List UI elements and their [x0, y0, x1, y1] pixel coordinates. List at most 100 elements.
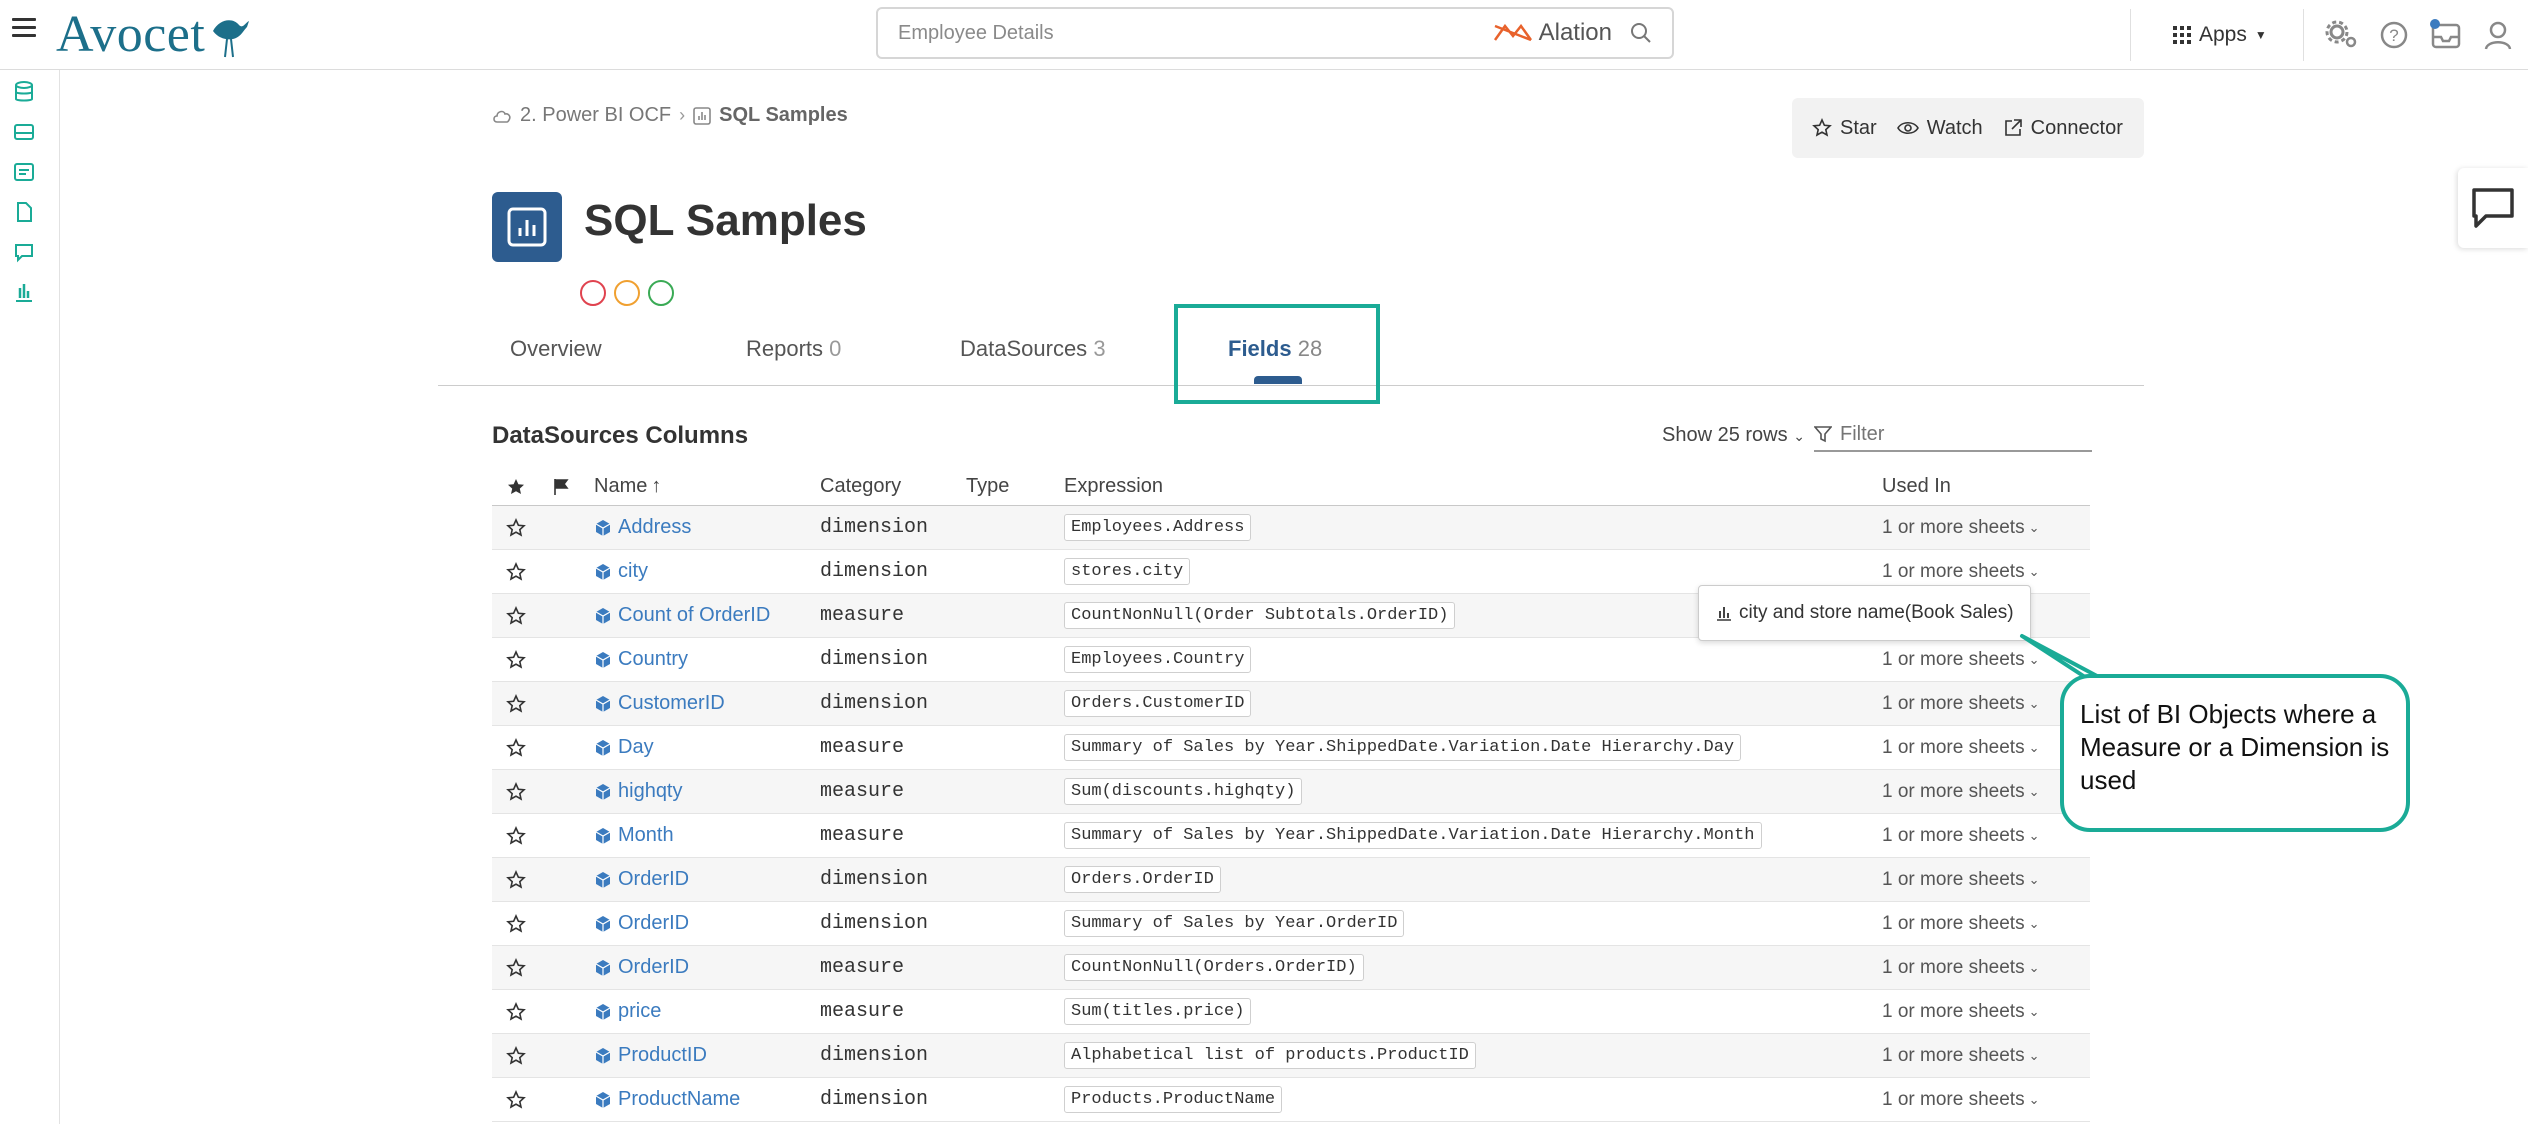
used-in-dropdown[interactable]: 1 or more sheets ⌄ [1882, 858, 2039, 901]
field-name-link[interactable]: city [594, 550, 648, 593]
field-cube-icon [594, 1003, 612, 1021]
storage-icon[interactable] [12, 120, 36, 144]
used-in-popover[interactable]: city and store name(Book Sales) [1698, 585, 2031, 641]
filter-box[interactable] [1814, 418, 2092, 452]
star-button[interactable]: Star [1812, 117, 1877, 140]
flag-column-header[interactable] [552, 468, 570, 505]
used-in-column-header[interactable]: Used In [1882, 468, 1951, 505]
tab-datasources[interactable]: DataSources 3 [960, 336, 1106, 362]
field-expression: Summary of Sales by Year.ShippedDate.Var… [1064, 734, 1742, 761]
star-column-header[interactable] [506, 468, 526, 505]
row-star-icon[interactable] [506, 990, 526, 1033]
used-in-dropdown[interactable]: 1 or more sheets ⌄ [1882, 506, 2039, 549]
used-in-dropdown[interactable]: 1 or more sheets ⌄ [1882, 770, 2039, 813]
row-star-icon[interactable] [506, 682, 526, 725]
cloud-icon [493, 110, 511, 123]
table-row: OrderID measure CountNonNull(Orders.OrderI… [492, 946, 2090, 990]
catalog-icon[interactable] [12, 160, 36, 184]
field-name-link[interactable]: OrderID [594, 858, 689, 901]
tab-datasources-count: 3 [1093, 336, 1106, 361]
field-name: Month [618, 824, 674, 846]
field-name-link[interactable]: Address [594, 506, 691, 549]
search-box[interactable]: Alation [876, 7, 1674, 59]
used-in-label: 1 or more sheets [1882, 692, 2025, 714]
menu-icon[interactable] [12, 18, 36, 40]
field-name-link[interactable]: OrderID [594, 946, 689, 989]
filter-input[interactable] [1840, 422, 2080, 446]
chat-widget-button[interactable] [2458, 168, 2528, 248]
search-input[interactable] [898, 21, 1493, 45]
chevron-down-icon: ⌄ [2028, 783, 2040, 799]
used-in-dropdown[interactable]: 1 or more sheets ⌄ [1882, 990, 2039, 1033]
table-row: Day measure Summary of Sales by Year.Shipp… [492, 726, 2090, 770]
row-star-icon[interactable] [506, 902, 526, 945]
breadcrumb-parent[interactable]: 2. Power BI OCF [520, 104, 671, 127]
field-category: dimension [820, 912, 929, 935]
type-column-header[interactable]: Type [966, 468, 1009, 505]
field-expression: Sum(titles.price) [1064, 998, 1252, 1025]
used-in-label: 1 or more sheets [1882, 560, 2025, 582]
field-expression-cell: Employees.Country [1064, 638, 1252, 681]
field-name: price [618, 1000, 662, 1022]
tab-overview[interactable]: Overview [510, 336, 602, 362]
row-star-icon[interactable] [506, 946, 526, 989]
settings-gears-icon[interactable] [2316, 20, 2368, 50]
apps-menu-button[interactable]: Apps ▼ [2131, 23, 2303, 47]
field-name-link[interactable]: OrderID [594, 902, 689, 945]
watch-button[interactable]: Watch [1896, 117, 1983, 140]
user-profile-icon[interactable] [2472, 20, 2524, 50]
field-name-link[interactable]: Month [594, 814, 674, 857]
row-star-icon[interactable] [506, 594, 526, 637]
help-icon[interactable]: ? [2368, 20, 2420, 50]
bar-chart-icon[interactable] [12, 280, 36, 304]
row-star-icon[interactable] [506, 506, 526, 549]
used-in-dropdown[interactable]: 1 or more sheets ⌄ [1882, 814, 2039, 857]
field-category: dimension [820, 516, 929, 539]
columns-table: Name ↑ Category Type Expression Used In … [492, 468, 2090, 1122]
row-star-icon[interactable] [506, 726, 526, 769]
field-name-link[interactable]: highqty [594, 770, 683, 813]
row-star-icon[interactable] [506, 858, 526, 901]
row-star-icon[interactable] [506, 814, 526, 857]
used-in-label: 1 or more sheets [1882, 516, 2025, 538]
field-name-link[interactable]: ProductName [594, 1078, 740, 1121]
field-name-link[interactable]: price [594, 990, 661, 1033]
row-star-icon[interactable] [506, 638, 526, 681]
app-logo[interactable]: Avocet [56, 4, 251, 64]
row-star-icon[interactable] [506, 1078, 526, 1121]
annotation-callout: List of BI Objects where a Measure or a … [2060, 674, 2410, 832]
show-rows-dropdown[interactable]: Show 25 rows ⌄ [1662, 424, 1805, 447]
conversation-icon[interactable] [12, 240, 36, 264]
used-in-dropdown[interactable]: 1 or more sheets ⌄ [1882, 1078, 2039, 1121]
used-in-dropdown[interactable]: 1 or more sheets ⌄ [1882, 1034, 2039, 1077]
field-name-link[interactable]: ProductID [594, 1034, 707, 1077]
field-expression-cell: Summary of Sales by Year.ShippedDate.Var… [1064, 814, 1762, 857]
search-icon[interactable] [1630, 22, 1652, 44]
used-in-dropdown[interactable]: 1 or more sheets ⌄ [1882, 902, 2039, 945]
name-column-header[interactable]: Name ↑ [594, 468, 661, 505]
field-name-link[interactable]: Day [594, 726, 654, 769]
field-name-link[interactable]: CustomerID [594, 682, 725, 725]
row-star-icon[interactable] [506, 770, 526, 813]
field-expression-cell: Orders.CustomerID [1064, 682, 1252, 725]
chevron-right-icon: › [679, 105, 686, 125]
row-star-icon[interactable] [506, 1034, 526, 1077]
field-name: highqty [618, 780, 683, 802]
connector-button[interactable]: Connector [2003, 117, 2123, 140]
category-column-header[interactable]: Category [820, 468, 901, 505]
table-row: price measure Sum(titles.price) 1 or more s… [492, 990, 2090, 1034]
field-name-link[interactable]: Country [594, 638, 688, 681]
field-expression-cell: Summary of Sales by Year.OrderID [1064, 902, 1405, 945]
eye-icon [1896, 121, 1919, 135]
field-expression-cell: stores.city [1064, 550, 1191, 593]
field-expression: Summary of Sales by Year.OrderID [1064, 910, 1405, 937]
used-in-dropdown[interactable]: 1 or more sheets ⌄ [1882, 946, 2039, 989]
row-star-icon[interactable] [506, 550, 526, 593]
database-icon[interactable] [12, 80, 36, 104]
field-category: measure [820, 956, 905, 979]
inbox-icon[interactable] [2420, 19, 2472, 51]
document-icon[interactable] [12, 200, 36, 224]
field-name-link[interactable]: Count of OrderID [594, 594, 770, 637]
expression-column-header[interactable]: Expression [1064, 468, 1163, 505]
tab-reports[interactable]: Reports 0 [746, 336, 841, 362]
